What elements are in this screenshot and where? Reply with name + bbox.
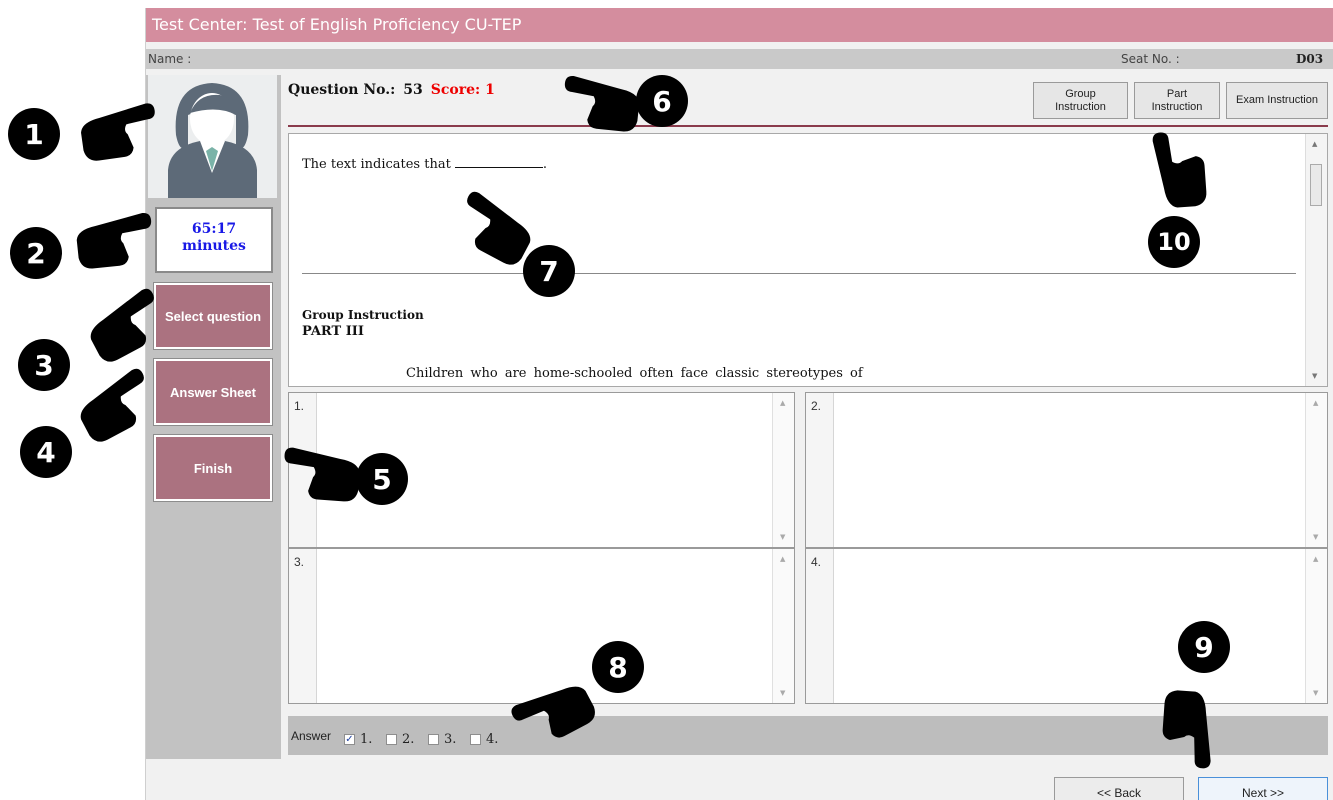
question-scrollbar[interactable]: ▲ ▼ [1305, 134, 1327, 386]
score-label: Score: 1 [430, 82, 495, 98]
pointing-hand-icon [74, 212, 156, 270]
part-heading: PART III [302, 324, 364, 339]
choice-scrollbar[interactable]: ▲ ▼ [772, 393, 794, 547]
choice-number: 3. [289, 549, 317, 703]
choice-scrollbar[interactable]: ▲ ▼ [1305, 393, 1327, 547]
seat-label: Seat No. : [1121, 52, 1180, 66]
exam-instruction-button[interactable]: Exam Instruction [1226, 82, 1328, 119]
answer-sheet-button[interactable]: Answer Sheet [153, 358, 273, 426]
choice-number: 1. [289, 393, 317, 547]
scroll-down-icon[interactable]: ▼ [1313, 689, 1318, 697]
scroll-down-icon[interactable]: ▼ [780, 533, 785, 541]
answer-option-label: 2. [402, 732, 415, 747]
timer-unit: minutes [182, 238, 246, 254]
scroll-up-icon[interactable]: ▲ [1313, 399, 1318, 407]
answer-option-1[interactable]: ✓ 1. [344, 732, 372, 747]
checkbox-icon[interactable] [470, 734, 481, 745]
answer-bar: Answer ✓ 1. 2. 3. 4. [288, 716, 1328, 755]
timer-display: 65:17 minutes [155, 207, 273, 273]
annotation-marker: 6 [636, 75, 688, 127]
answer-option-label: 4. [486, 732, 499, 747]
finish-button[interactable]: Finish [153, 434, 273, 502]
sidebar: 65:17 minutes Select question Answer She… [146, 75, 281, 759]
choice-box-3[interactable]: 3. ▲ ▼ [288, 548, 795, 704]
info-bar: Name : Seat No. : D03 [146, 49, 1333, 69]
scroll-thumb[interactable] [1310, 164, 1322, 206]
answer-label: Answer [291, 729, 332, 743]
annotation-marker: 8 [592, 641, 644, 693]
question-number: 53 [403, 82, 423, 98]
passage-text: Children who are home-schooled often fac… [406, 366, 863, 381]
question-text: The text indicates that [302, 157, 451, 172]
select-question-button[interactable]: Select question [153, 282, 273, 350]
question-number-label: Question No.: [288, 82, 396, 98]
user-avatar-icon [168, 83, 257, 198]
scroll-down-icon[interactable]: ▼ [1312, 372, 1317, 380]
part-instruction-button[interactable]: Part Instruction [1134, 82, 1220, 119]
group-instruction-button[interactable]: Group Instruction [1033, 82, 1128, 119]
annotation-marker: 7 [523, 245, 575, 297]
question-divider [302, 273, 1296, 274]
question-text-line: The text indicates that. [302, 157, 547, 172]
annotation-marker: 2 [10, 227, 62, 279]
scroll-up-icon[interactable]: ▲ [780, 399, 785, 407]
answer-option-3[interactable]: 3. [428, 732, 456, 747]
checkbox-icon[interactable] [386, 734, 397, 745]
annotation-marker: 9 [1178, 621, 1230, 673]
checkbox-checked-icon[interactable]: ✓ [344, 734, 355, 745]
choice-scrollbar[interactable]: ▲ ▼ [1305, 549, 1327, 703]
scroll-down-icon[interactable]: ▼ [780, 689, 785, 697]
back-button[interactable]: << Back [1054, 777, 1184, 800]
annotation-marker: 4 [20, 426, 72, 478]
answer-option-label: 3. [444, 732, 457, 747]
annotation-marker: 1 [8, 108, 60, 160]
answer-option-label: 1. [360, 732, 373, 747]
question-text-end: . [542, 157, 547, 172]
name-label: Name : [148, 52, 192, 66]
next-button[interactable]: Next >> [1198, 777, 1328, 800]
scroll-up-icon[interactable]: ▲ [1312, 140, 1317, 148]
timer-value: 65:17 [191, 221, 237, 237]
choice-scrollbar[interactable]: ▲ ▼ [772, 549, 794, 703]
scroll-up-icon[interactable]: ▲ [780, 555, 785, 563]
seat-value: D03 [1296, 52, 1324, 66]
annotation-marker: 5 [356, 453, 408, 505]
scroll-up-icon[interactable]: ▲ [1313, 555, 1318, 563]
app-window: Test Center: Test of English Proficiency… [145, 8, 1333, 800]
checkbox-icon[interactable] [428, 734, 439, 745]
annotation-marker: 3 [18, 339, 70, 391]
question-number-line: Question No.: 53 Score: 1 [288, 82, 495, 98]
annotation-marker: 10 [1148, 216, 1200, 268]
answer-blank [454, 167, 543, 168]
choice-number: 2. [806, 393, 834, 547]
choice-number: 4. [806, 549, 834, 703]
answer-option-2[interactable]: 2. [386, 732, 414, 747]
answer-option-4[interactable]: 4. [470, 732, 498, 747]
header-rule [288, 125, 1328, 127]
scroll-down-icon[interactable]: ▼ [1313, 533, 1318, 541]
avatar [148, 75, 277, 198]
choice-box-4[interactable]: 4. ▲ ▼ [805, 548, 1328, 704]
window-title: Test Center: Test of English Proficiency… [146, 8, 1333, 42]
choice-box-2[interactable]: 2. ▲ ▼ [805, 392, 1328, 548]
group-instruction-heading: Group Instruction [302, 308, 424, 322]
